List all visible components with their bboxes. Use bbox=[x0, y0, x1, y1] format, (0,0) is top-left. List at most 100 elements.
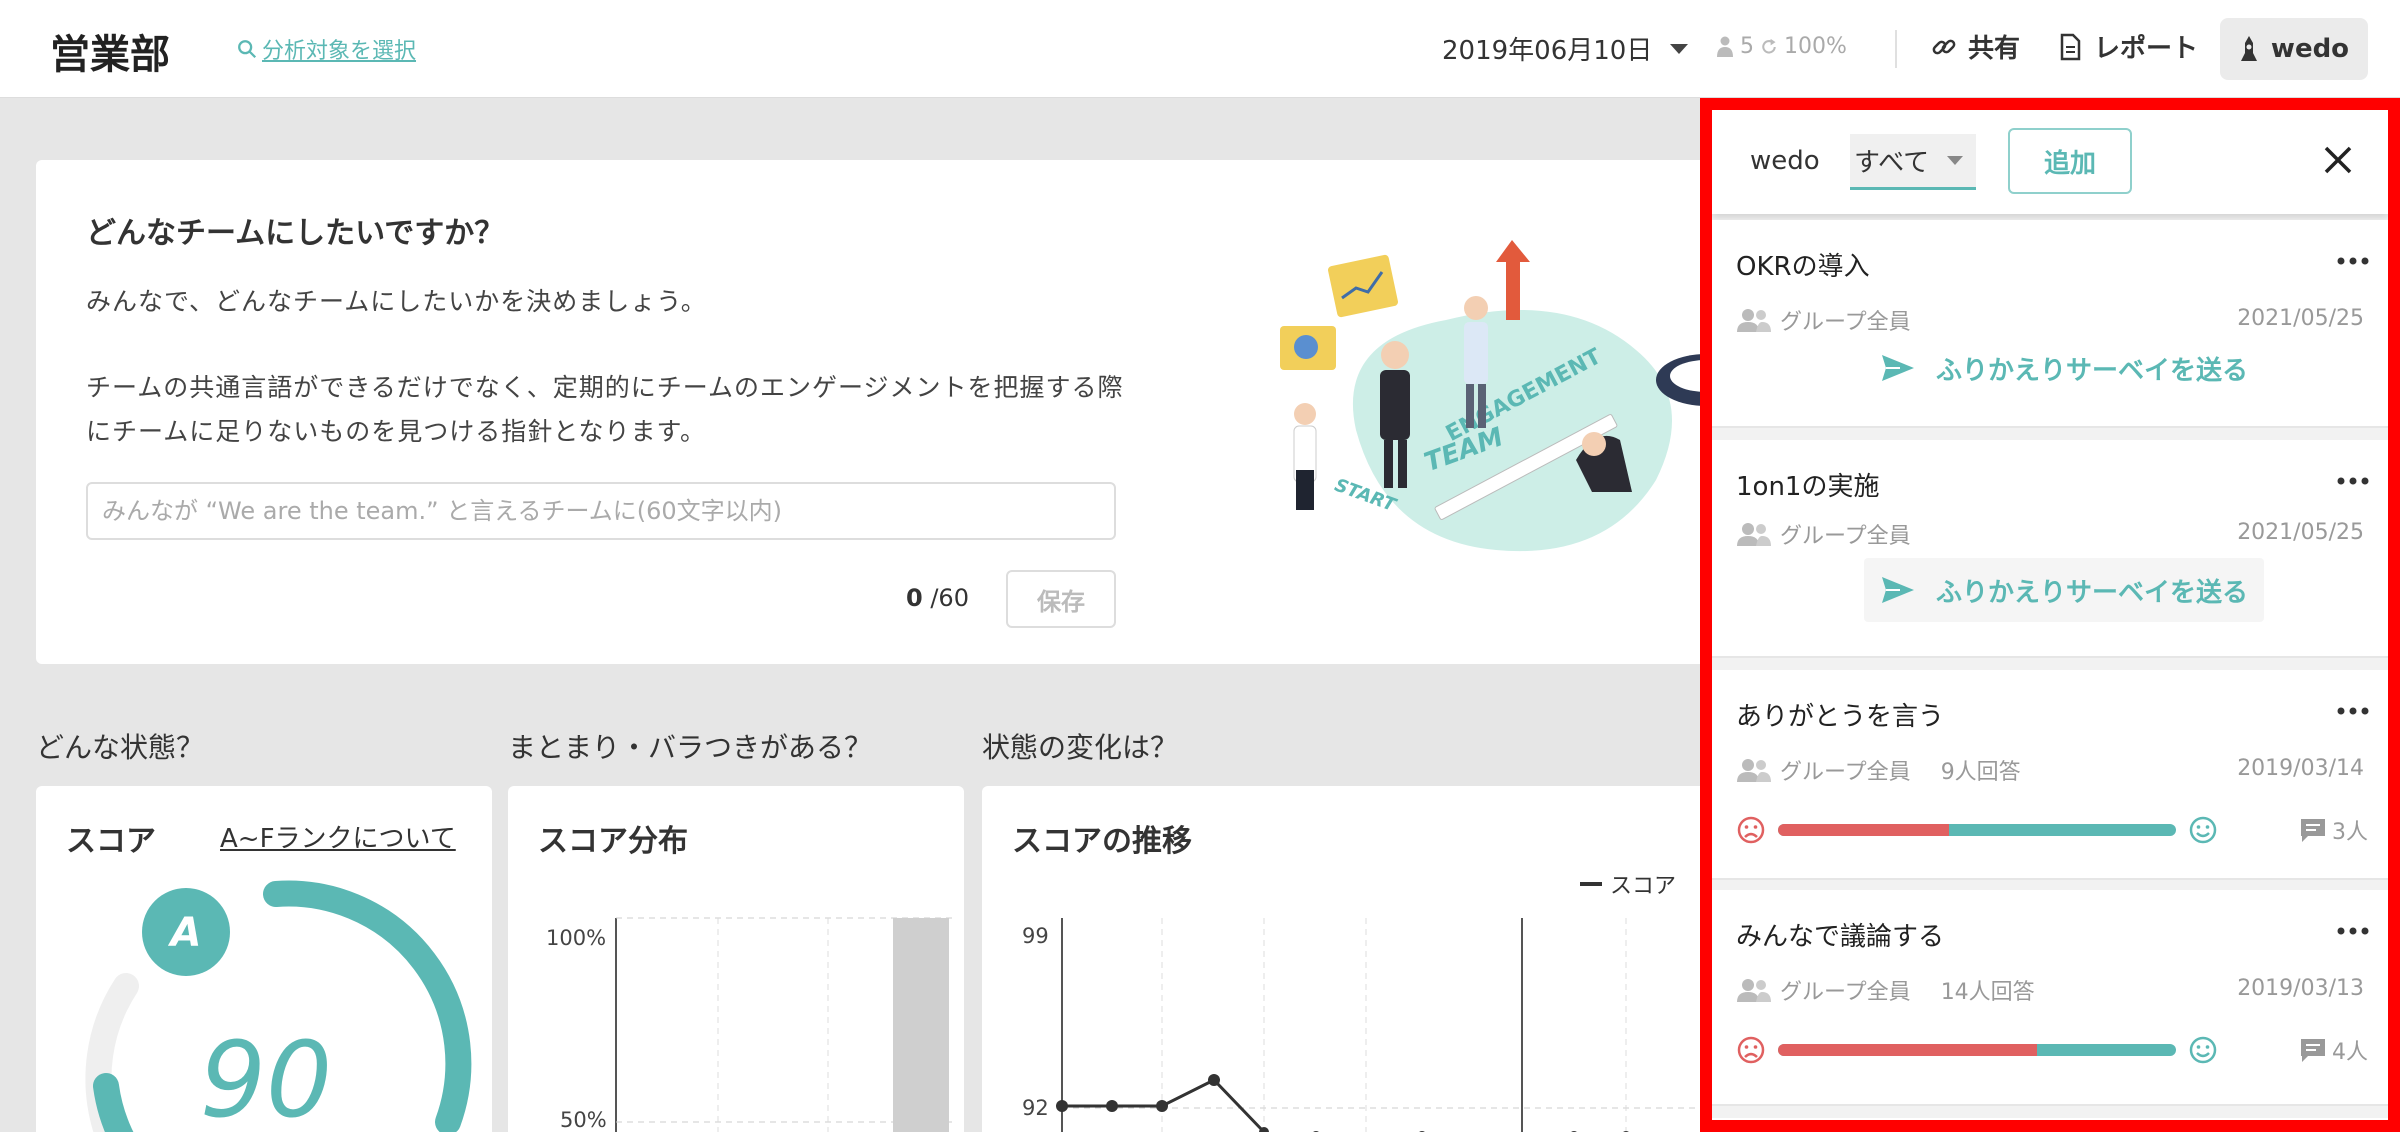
save-button[interactable]: 保存 bbox=[1006, 570, 1116, 628]
panel-filter-select[interactable]: すべて bbox=[1850, 134, 1976, 190]
filter-value: すべて bbox=[1854, 148, 1930, 178]
team-goal-card: どんなチームにしたいですか？ みんなで、どんなチームにしたいかを決めましょう。 … bbox=[36, 160, 1756, 664]
refresh-icon bbox=[1762, 38, 1776, 54]
action-item: ありがとうを言う グループ全員 9人回答 2019/03/14 3人 bbox=[1712, 670, 2388, 880]
goal-description: みんなで、どんなチームにしたいかを決めましょう。 bbox=[86, 287, 707, 316]
comment-count[interactable]: 3人 bbox=[2298, 814, 2368, 846]
sentiment-negative-fill bbox=[1778, 1044, 2037, 1056]
department-title: 営業部 bbox=[50, 32, 170, 78]
add-button[interactable]: 追加 bbox=[2008, 128, 2132, 194]
char-count-value: 0 bbox=[906, 584, 923, 612]
action-date: 2019/03/14 bbox=[2237, 756, 2364, 781]
goal-explanation: チームの共通言語ができるだけでなく、定期的にチームのエンゲージメントを把握する際… bbox=[86, 373, 1124, 446]
action-title: ありがとうを言う bbox=[1736, 702, 1945, 732]
happy-face-icon bbox=[2189, 816, 2217, 844]
action-group: グループ全員 bbox=[1780, 524, 1911, 549]
action-date: 2019/03/13 bbox=[2237, 976, 2364, 1001]
user-menu-button[interactable]: wedo bbox=[2220, 18, 2368, 80]
send-survey-label: ふりかえりサーベイを送る bbox=[1935, 577, 2248, 608]
sad-face-icon bbox=[1737, 816, 1765, 844]
comment-count-value: 4人 bbox=[2332, 1040, 2368, 1065]
sentiment-row: 4人 bbox=[1736, 1030, 2368, 1070]
action-group: グループ全員 bbox=[1780, 980, 1911, 1005]
action-item-partial bbox=[1712, 1118, 2388, 1120]
select-target-link[interactable]: 分析対象を選択 bbox=[236, 33, 416, 65]
response-rate: 100% bbox=[1784, 34, 1847, 59]
member-count: 5 bbox=[1740, 34, 1754, 59]
more-options-icon[interactable] bbox=[2336, 476, 2370, 486]
chevron-down-icon bbox=[1947, 156, 1964, 165]
more-options-icon[interactable] bbox=[2336, 256, 2370, 266]
app-header: 営業部 分析対象を選択 2019年06月10日 5 100% 共有 レポート w… bbox=[0, 0, 2400, 98]
action-meta: グループ全員 bbox=[1736, 518, 1911, 550]
more-options-icon[interactable] bbox=[2336, 926, 2370, 936]
share-button[interactable]: 共有 bbox=[1930, 28, 2020, 65]
rank-badge: A bbox=[168, 910, 202, 956]
distribution-plot bbox=[615, 917, 956, 1132]
sentiment-bar bbox=[1778, 1044, 2176, 1056]
group-icon bbox=[1737, 979, 1771, 1002]
score-trend-card: スコアの推移 スコア 99 92 bbox=[982, 786, 1742, 1132]
send-survey-button[interactable]: ふりかえりサーベイを送る bbox=[1864, 336, 2264, 400]
send-icon bbox=[1881, 355, 1914, 381]
answer-count: 9人回答 bbox=[1940, 760, 2021, 785]
comment-count-value: 3人 bbox=[2332, 820, 2368, 845]
comment-count[interactable]: 4人 bbox=[2298, 1034, 2368, 1066]
comment-icon bbox=[2301, 1039, 2325, 1062]
user-name: wedo bbox=[2270, 34, 2350, 64]
happy-face-icon bbox=[2189, 1036, 2217, 1064]
chevron-down-icon bbox=[1670, 43, 1689, 54]
action-item: 1on1の実施 グループ全員 2021/05/25 ふりかえりサーベイを送る bbox=[1712, 440, 2388, 658]
link-icon bbox=[1932, 39, 1956, 54]
group-icon bbox=[1737, 309, 1771, 332]
sentiment-bar bbox=[1778, 824, 2176, 836]
search-icon bbox=[238, 40, 257, 59]
report-label: レポート bbox=[2094, 34, 2199, 64]
action-title: みんなで議論する bbox=[1736, 922, 1945, 952]
response-stats: 5 100% bbox=[1716, 34, 1847, 59]
goal-input[interactable] bbox=[86, 482, 1116, 540]
engagement-team-illustration: ENGAGEMENT TEAM START bbox=[1280, 240, 1756, 552]
send-survey-button[interactable]: ふりかえりサーベイを送る bbox=[1864, 558, 2264, 622]
report-button[interactable]: レポート bbox=[2056, 28, 2198, 65]
header-divider bbox=[1895, 30, 1897, 68]
actions-side-panel: wedo すべて 追加 OKRの導入 グループ全員 2021/05/25 ふりか… bbox=[1700, 98, 2400, 1132]
char-count-max: /60 bbox=[930, 584, 969, 612]
group-icon bbox=[1737, 523, 1771, 546]
date-value: 2019年06月10日 bbox=[1442, 36, 1653, 66]
action-item: みんなで議論する グループ全員 14人回答 2019/03/13 4人 bbox=[1712, 890, 2388, 1106]
trend-plot bbox=[1056, 918, 1742, 1132]
document-icon bbox=[2060, 33, 2081, 60]
score-value: 90 bbox=[200, 1019, 332, 1132]
date-select[interactable]: 2019年06月10日 bbox=[1442, 30, 1689, 67]
more-options-icon[interactable] bbox=[2336, 706, 2370, 716]
action-title: 1on1の実施 bbox=[1736, 472, 1880, 502]
action-date: 2021/05/25 bbox=[2237, 520, 2364, 545]
score-card: スコア A~Fランクについて A 90 bbox=[36, 786, 492, 1132]
panel-toolbar: wedo すべて 追加 bbox=[1712, 110, 2388, 214]
answer-count: 14人回答 bbox=[1940, 980, 2035, 1005]
close-icon[interactable] bbox=[2318, 140, 2358, 180]
score-gauge: A 90 bbox=[85, 880, 472, 1132]
action-meta: グループ全員 9人回答 bbox=[1736, 754, 2021, 786]
score-distribution-card: スコア分布 100% 50% bbox=[508, 786, 964, 1132]
share-label: 共有 bbox=[1968, 34, 2021, 64]
action-group: グループ全員 bbox=[1780, 760, 1911, 785]
user-icon bbox=[2240, 36, 2257, 61]
section-change-heading: 状態の変化は？ bbox=[982, 731, 1179, 764]
sentiment-row: 3人 bbox=[1736, 810, 2368, 850]
action-item: OKRの導入 グループ全員 2021/05/25 ふりかえりサーベイを送る bbox=[1712, 220, 2388, 428]
action-meta: グループ全員 14人回答 bbox=[1736, 974, 2035, 1006]
panel-user: wedo bbox=[1750, 146, 1820, 176]
send-survey-label: ふりかえりサーベイを送る bbox=[1935, 355, 2248, 386]
sentiment-negative-fill bbox=[1778, 824, 1950, 836]
action-meta: グループ全員 bbox=[1736, 304, 1911, 336]
sad-face-icon bbox=[1737, 1036, 1765, 1064]
comment-icon bbox=[2301, 819, 2325, 842]
action-date: 2021/05/25 bbox=[2237, 306, 2364, 331]
person-icon bbox=[1717, 36, 1733, 57]
action-title: OKRの導入 bbox=[1736, 252, 1870, 282]
action-group: グループ全員 bbox=[1780, 310, 1911, 335]
section-spread-heading: まとまり・バラつきがある？ bbox=[508, 731, 873, 764]
section-state-heading: どんな状態？ bbox=[36, 731, 205, 764]
